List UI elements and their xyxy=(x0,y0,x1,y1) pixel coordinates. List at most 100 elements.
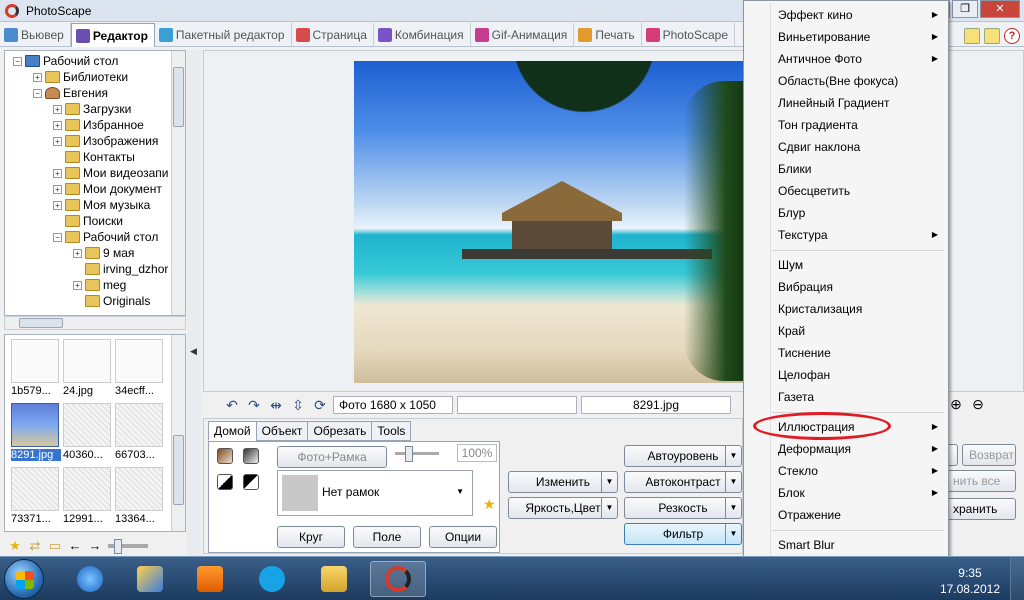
filter-menu-item[interactable]: Тиснение xyxy=(746,342,946,364)
save-button[interactable]: хранить xyxy=(946,498,1016,520)
thumbnail-item[interactable]: 40360... xyxy=(63,403,113,465)
expand-toggle-icon[interactable]: + xyxy=(53,120,62,130)
expand-toggle-icon[interactable]: + xyxy=(53,136,62,146)
filter-menu-item[interactable]: Шум xyxy=(746,254,946,276)
frame-style-1-icon[interactable] xyxy=(217,448,233,464)
frame-opacity-slider[interactable] xyxy=(395,446,439,462)
frame-select[interactable]: Нет рамок ▼ xyxy=(277,470,473,516)
filter-menu-item[interactable]: Блики xyxy=(746,158,946,180)
options-button[interactable]: Опции xyxy=(429,526,497,548)
tree-item[interactable]: + Изображения xyxy=(53,133,158,149)
explorer-icon[interactable] xyxy=(306,561,362,597)
filter-menu-item[interactable]: Газета xyxy=(746,386,946,408)
tree-item[interactable]: + Моя музыка xyxy=(53,197,150,213)
expand-toggle-icon[interactable]: + xyxy=(53,200,62,210)
frame-percent-field[interactable]: 100% xyxy=(457,444,497,462)
maximize-button[interactable]: ❐ xyxy=(952,0,978,18)
tab-6[interactable]: Печать xyxy=(574,23,642,47)
circle-button[interactable]: Круг xyxy=(277,526,345,548)
thumbnail-item[interactable]: 8291.jpg xyxy=(11,403,61,465)
start-button[interactable] xyxy=(4,559,44,599)
filter-menu-item[interactable]: Область(Вне фокуса) xyxy=(746,70,946,92)
skype-icon[interactable] xyxy=(244,561,300,597)
filter-menu-item[interactable]: Кристализация xyxy=(746,298,946,320)
filter-menu-item[interactable]: Эффект кино ▶ xyxy=(746,4,946,26)
tree-item[interactable]: Контакты xyxy=(53,149,135,165)
media-player-icon[interactable] xyxy=(182,561,238,597)
filter-menu-item[interactable]: Целофан xyxy=(746,364,946,386)
auto-contrast-button[interactable]: Автоконтраст ▼ xyxy=(624,471,742,493)
tab-7[interactable]: PhotoScape xyxy=(642,23,736,47)
expand-toggle-icon[interactable]: − xyxy=(53,232,62,242)
tree-item[interactable]: + Загрузки xyxy=(53,101,131,117)
tree-item[interactable]: − Рабочий стол xyxy=(53,229,158,245)
forward-arrow-icon[interactable]: → xyxy=(88,539,102,553)
rotate-right-icon[interactable]: ↷ xyxy=(245,396,263,414)
filter-menu-item[interactable]: Деформация ▶ xyxy=(746,438,946,460)
frame-style-2-icon[interactable] xyxy=(243,448,259,464)
tree-item[interactable]: + Избранное xyxy=(53,117,144,133)
edit-tab-3[interactable]: Tools xyxy=(371,421,412,441)
flip-vertical-icon[interactable]: ⇳ xyxy=(289,396,307,414)
chevron-down-icon[interactable]: ▼ xyxy=(725,524,741,544)
zoom-out-icon[interactable]: ⊖ xyxy=(970,396,986,412)
panel-splitter[interactable]: ◀ xyxy=(187,50,201,556)
tab-2[interactable]: Пакетный редактор xyxy=(155,23,292,47)
edit-tab-2[interactable]: Обрезать xyxy=(307,421,373,441)
photo-canvas[interactable] xyxy=(354,61,744,383)
photoscape-taskbar-icon[interactable] xyxy=(370,561,426,597)
chevron-down-icon[interactable]: ▼ xyxy=(601,472,617,492)
filter-menu-item[interactable]: Античное Фото ▶ xyxy=(746,48,946,70)
rotate-left-icon[interactable]: ↶ xyxy=(223,396,241,414)
color-picker-icon[interactable] xyxy=(984,28,1000,44)
photo-frame-button[interactable]: Фото+Рамка xyxy=(277,446,387,468)
tree-item[interactable]: + meg xyxy=(73,277,126,293)
internet-explorer-icon[interactable] xyxy=(62,561,118,597)
thumbnail-item[interactable]: 73371... xyxy=(11,467,61,529)
thumbnail-item[interactable]: 24.jpg xyxy=(63,339,113,401)
thumbnail-item[interactable]: 1b579... xyxy=(11,339,61,401)
tab-3[interactable]: Страница xyxy=(292,23,374,47)
chevron-down-icon[interactable]: ▼ xyxy=(725,446,741,466)
system-clock[interactable]: 9:35 17.08.2012 xyxy=(940,565,1000,597)
edit-tab-1[interactable]: Объект xyxy=(255,421,309,441)
tab-4[interactable]: Комбинация xyxy=(374,23,471,47)
filter-menu-item[interactable]: Край xyxy=(746,320,946,342)
folder-tree[interactable]: − Рабочий стол + Библиотеки − Евгения + Загрузк… xyxy=(4,50,186,316)
thumbnail-item[interactable]: 34ecff... xyxy=(115,339,165,401)
thumbnail-size-slider[interactable] xyxy=(108,539,148,554)
frame-style-4-icon[interactable] xyxy=(243,474,259,490)
screen-capture-icon[interactable] xyxy=(964,28,980,44)
tree-item[interactable]: Поиски xyxy=(53,213,123,229)
tree-vertical-scrollbar[interactable] xyxy=(171,51,185,315)
thumbnail-scrollbar[interactable] xyxy=(171,335,185,531)
close-button[interactable]: ✕ xyxy=(980,0,1020,18)
tree-item[interactable]: − Рабочий стол xyxy=(13,53,118,69)
tree-horizontal-scrollbar[interactable] xyxy=(4,316,186,330)
filter-menu-item[interactable]: Текстура ▶ xyxy=(746,224,946,246)
tab-0[interactable]: Вьювер xyxy=(0,23,71,47)
tree-item[interactable]: Originals xyxy=(73,293,150,309)
tree-item[interactable]: +9 мая xyxy=(73,245,134,261)
expand-toggle-icon[interactable]: + xyxy=(53,184,62,194)
tree-item[interactable]: − Евгения xyxy=(33,85,108,101)
chevron-down-icon[interactable]: ▼ xyxy=(725,472,741,492)
tree-item[interactable]: + Мои документ xyxy=(53,181,162,197)
star-icon[interactable]: ★ xyxy=(8,539,22,553)
expand-toggle-icon[interactable]: + xyxy=(73,248,82,258)
favorite-star-icon[interactable]: ★ xyxy=(483,496,496,513)
open-folder-icon[interactable]: ▭ xyxy=(48,539,62,553)
resize-button[interactable]: Изменить ▼ xyxy=(508,471,618,493)
frame-style-3-icon[interactable] xyxy=(217,474,233,490)
filter-menu-item[interactable]: Виньетирование ▶ xyxy=(746,26,946,48)
filter-button[interactable]: Фильтр ▼ xyxy=(624,523,742,545)
expand-toggle-icon[interactable]: + xyxy=(33,72,42,82)
filter-menu-item[interactable]: Сдвиг наклона xyxy=(746,136,946,158)
filter-menu-item[interactable]: Smart Blur xyxy=(746,534,946,556)
back-arrow-icon[interactable]: ← xyxy=(68,539,82,553)
collapse-left-icon[interactable]: ◀ xyxy=(190,346,197,357)
filter-menu-item[interactable]: Стекло ▶ xyxy=(746,460,946,482)
edit-tab-0[interactable]: Домой xyxy=(208,421,257,441)
paint-icon[interactable] xyxy=(122,561,178,597)
flip-horizontal-icon[interactable]: ⇹ xyxy=(267,396,285,414)
